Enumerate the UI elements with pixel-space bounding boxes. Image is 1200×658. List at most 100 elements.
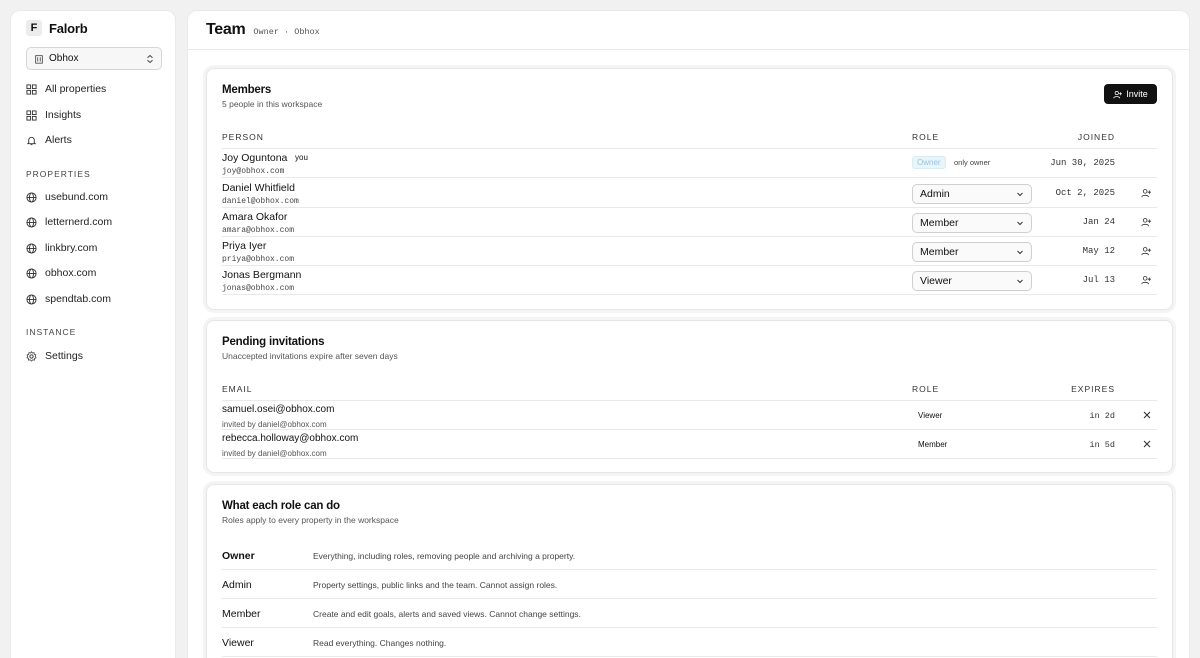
nav-label: All properties [45, 83, 107, 95]
nav-alerts[interactable]: Alerts [26, 132, 72, 148]
pending-card: Pending invitations Unaccepted invitatio… [206, 320, 1173, 473]
role-select-value: Member [920, 246, 959, 258]
role-select-value: Member [920, 217, 959, 229]
chevron-down-icon [1017, 250, 1023, 255]
joined-date: Jun 30, 2025 [1050, 158, 1115, 168]
role-row: Viewer Read everything. Changes nothing. [222, 628, 1157, 657]
pending-title: Pending invitations [222, 336, 325, 348]
member-row: Joy Oguntona you joy@obhox.com Owner onl… [222, 149, 1157, 178]
col-role: ROLE [912, 384, 940, 394]
nav-label: Alerts [45, 134, 72, 146]
invitation-row: rebecca.holloway@obhox.com invited by da… [222, 430, 1157, 459]
user-transfer-icon[interactable] [1141, 217, 1151, 227]
brand-name: Falorb [49, 20, 88, 36]
user-transfer-icon[interactable] [1141, 246, 1151, 256]
joined-date: Jan 24 [1082, 217, 1115, 227]
invited-by: invited by daniel@obhox.com [222, 420, 327, 429]
members-title: Members [222, 84, 272, 96]
property-item[interactable]: linkbry.com [26, 240, 97, 256]
role-description: Property settings, public links and the … [313, 580, 558, 590]
roles-subtitle: Roles apply to every property in the wor… [222, 515, 399, 525]
role-description: Create and edit goals, alerts and saved … [313, 609, 581, 619]
main-panel: Team Owner · Obhox Members 5 people in t… [187, 10, 1190, 658]
globe-icon [26, 293, 37, 305]
member-row: Priya Iyer priya@obhox.com Member May 12 [222, 237, 1157, 266]
roles-card: What each role can do Roles apply to eve… [206, 484, 1173, 658]
property-item[interactable]: spendtab.com [26, 291, 111, 307]
user-transfer-icon[interactable] [1141, 275, 1151, 285]
role-select[interactable]: Viewer [912, 271, 1032, 291]
property-item[interactable]: obhox.com [26, 265, 96, 281]
member-email: daniel@obhox.com [222, 197, 299, 206]
invitation-expires: in 2d [1089, 411, 1115, 421]
property-label: spendtab.com [45, 293, 111, 305]
chevron-updown-icon [147, 54, 153, 63]
col-email: EMAIL [222, 384, 253, 394]
member-name: Amara Okafor [222, 211, 288, 223]
properties-section-label: PROPERTIES [26, 169, 91, 179]
globe-icon [26, 191, 37, 203]
member-name: Jonas Bergmann [222, 269, 302, 281]
property-label: linkbry.com [45, 242, 98, 254]
invite-button[interactable]: Invite [1104, 84, 1157, 104]
role-select[interactable]: Member [912, 213, 1032, 233]
grid-icon [26, 83, 37, 95]
owner-badge: Owner [912, 156, 946, 169]
bell-icon [26, 136, 37, 145]
invite-label: Invite [1126, 89, 1148, 99]
nav-settings[interactable]: Settings [26, 348, 83, 364]
globe-icon [26, 242, 37, 254]
only-owner-note: only owner [954, 158, 991, 167]
role-name: Member [222, 608, 261, 620]
globe-icon [26, 216, 37, 228]
role-description: Everything, including roles, removing pe… [313, 551, 576, 561]
you-badge: you [295, 153, 308, 162]
member-row: Amara Okafor amara@obhox.com Member Jan … [222, 208, 1157, 237]
member-email: joy@obhox.com [222, 167, 285, 176]
nav-label: Insights [45, 109, 82, 121]
member-email: priya@obhox.com [222, 255, 295, 264]
roles-title: What each role can do [222, 500, 340, 512]
invited-by: invited by daniel@obhox.com [222, 449, 327, 458]
grid-icon [26, 109, 37, 121]
chevron-down-icon [1017, 192, 1023, 197]
brand[interactable]: F Falorb [26, 20, 88, 36]
invitation-expires: in 5d [1089, 440, 1115, 450]
invitation-email: rebecca.holloway@obhox.com [222, 433, 359, 444]
user-transfer-icon[interactable] [1141, 188, 1151, 198]
role-select[interactable]: Member [912, 242, 1032, 262]
nav-insights[interactable]: Insights [26, 107, 81, 123]
invitation-role: Viewer [918, 411, 943, 420]
member-email: jonas@obhox.com [222, 284, 295, 293]
joined-date: Jul 13 [1082, 275, 1115, 285]
property-item[interactable]: usebund.com [26, 189, 108, 205]
chevron-down-icon [1017, 221, 1023, 226]
col-role: ROLE [912, 132, 940, 142]
role-select-value: Admin [920, 188, 950, 200]
member-name: Priya Iyer [222, 240, 267, 252]
role-select[interactable]: Admin [912, 184, 1032, 204]
member-row: Jonas Bergmann jonas@obhox.com Viewer Ju… [222, 266, 1157, 295]
sidebar: F Falorb Obhox All properties Insights A… [10, 10, 176, 658]
gear-icon [26, 350, 37, 362]
pending-subtitle: Unaccepted invitations expire after seve… [222, 351, 398, 361]
workspace-select[interactable]: Obhox [26, 47, 162, 70]
nav-all-properties[interactable]: All properties [26, 81, 106, 97]
role-row: Admin Property settings, public links an… [222, 570, 1157, 599]
property-label: obhox.com [45, 267, 97, 279]
role-name: Admin [222, 579, 252, 591]
role-name: Viewer [222, 637, 254, 649]
invitation-email: samuel.osei@obhox.com [222, 404, 335, 415]
close-icon[interactable] [1143, 411, 1151, 419]
chevron-down-icon [1017, 279, 1023, 284]
brand-logo: F [26, 20, 42, 36]
property-item[interactable]: letternerd.com [26, 214, 112, 230]
topbar: Team Owner · Obhox [188, 11, 1189, 50]
globe-icon [26, 267, 37, 279]
instance-section-label: INSTANCE [26, 327, 77, 337]
role-row: Owner Everything, including roles, remov… [222, 541, 1157, 570]
role-select-value: Viewer [920, 275, 952, 287]
close-icon[interactable] [1143, 440, 1151, 448]
breadcrumb: Owner · Obhox [253, 27, 320, 37]
joined-date: May 12 [1082, 246, 1115, 256]
